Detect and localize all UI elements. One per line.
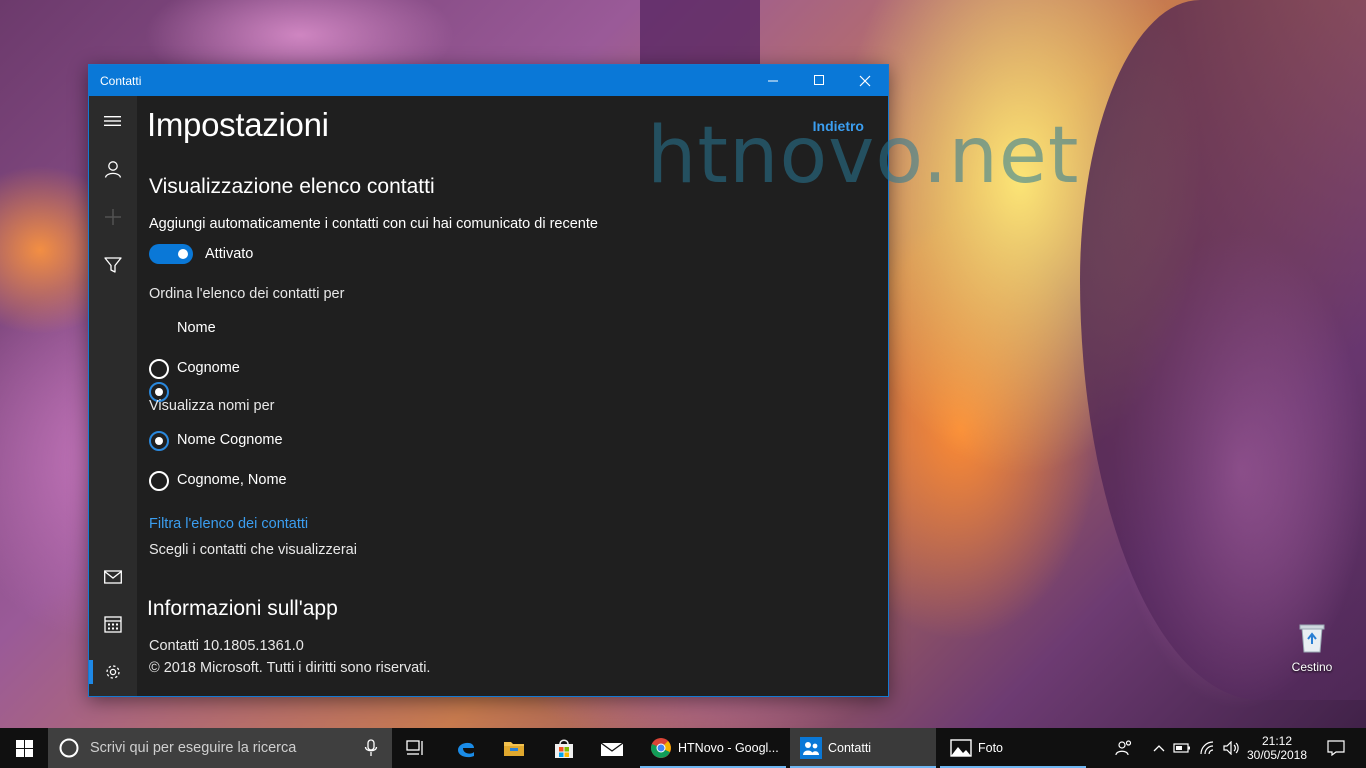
recycle-bin-desktop-icon[interactable]: Cestino	[1284, 622, 1340, 674]
recycle-bin-label: Cestino	[1291, 660, 1333, 674]
people-icon	[800, 737, 822, 759]
minimize-button[interactable]	[750, 65, 796, 96]
back-link[interactable]: Indietro	[813, 118, 864, 134]
maximize-icon	[813, 75, 824, 85]
list-display-section-title: Visualizzazione elenco contatti	[149, 175, 435, 198]
chrome-icon	[651, 738, 671, 758]
navigation-sidebar	[89, 96, 137, 696]
action-center-button[interactable]	[1316, 728, 1356, 768]
auto-add-state-label: Attivato	[205, 246, 254, 262]
filter-icon	[104, 257, 122, 273]
mail-nav-button[interactable]	[89, 553, 137, 601]
show-hidden-icons-button[interactable]	[1148, 728, 1170, 768]
store-icon	[555, 739, 573, 758]
add-contact-button[interactable]	[89, 193, 137, 241]
settings-nav-button[interactable]	[89, 648, 137, 696]
gear-icon	[106, 665, 120, 679]
names-option-nome-cognome-label: Nome Cognome	[177, 432, 283, 448]
battery-status[interactable]	[1170, 728, 1194, 768]
wifi-icon	[1200, 741, 1214, 755]
microphone-icon	[364, 739, 378, 756]
people-bar-button[interactable]	[1108, 728, 1140, 768]
minimize-icon	[767, 80, 778, 82]
task-view-icon	[406, 740, 423, 755]
calendar-icon	[104, 616, 122, 633]
window-controls	[750, 65, 888, 96]
network-status[interactable]	[1196, 728, 1220, 768]
contacts-app-window: Contatti htnovo.net Impostazioni Indietr…	[88, 64, 1079, 697]
speaker-icon	[1223, 741, 1239, 755]
title-bar[interactable]: Contatti	[89, 65, 888, 96]
auto-add-toggle[interactable]	[149, 244, 193, 264]
display-names-label: Visualizza nomi per	[149, 398, 275, 414]
about-section-title: Informazioni sull'app	[147, 597, 338, 620]
filter-button[interactable]	[89, 241, 137, 289]
wallpaper-shape	[1080, 0, 1366, 700]
task-view-button[interactable]	[392, 728, 440, 768]
photos-icon	[950, 739, 972, 757]
sort-by-label: Ordina l'elenco dei contatti per	[149, 286, 345, 302]
recycle-bin-icon	[1299, 624, 1325, 653]
taskbar-app-chrome[interactable]: HTNovo - Googl...	[640, 728, 786, 768]
menu-icon	[104, 116, 121, 126]
folder-icon	[504, 742, 524, 756]
edge-taskbar-button[interactable]	[442, 728, 490, 768]
file-explorer-taskbar-button[interactable]	[490, 728, 538, 768]
filter-contacts-description: Scegli i contatti che visualizzerai	[149, 542, 357, 558]
search-placeholder: Scrivi qui per eseguire la ricerca	[90, 740, 297, 756]
store-taskbar-button[interactable]	[540, 728, 588, 768]
mail-icon	[104, 570, 122, 584]
sort-option-cognome-label: Cognome	[177, 360, 240, 376]
clock[interactable]: 21:12 30/05/2018	[1246, 728, 1308, 768]
names-radio-nome-cognome[interactable]	[149, 431, 169, 451]
names-radio-cognome-nome[interactable]	[149, 471, 169, 491]
sort-radio-cognome[interactable]	[149, 359, 169, 379]
copyright-text: © 2018 Microsoft. Tutti i diritti sono r…	[149, 660, 431, 676]
person-icon	[104, 161, 122, 178]
maximize-button[interactable]	[796, 65, 842, 96]
settings-content: htnovo.net Impostazioni Indietro Visuali…	[137, 96, 1079, 696]
names-option-cognome-nome-label: Cognome, Nome	[177, 472, 287, 488]
taskbar-app-foto[interactable]: Foto	[940, 728, 1086, 768]
mail-app-icon	[600, 742, 624, 756]
edge-icon	[458, 742, 474, 758]
taskbar-search-box[interactable]: Scrivi qui per eseguire la ricerca	[48, 728, 392, 768]
filter-contacts-link[interactable]: Filtra l'elenco dei contatti	[149, 516, 308, 532]
plus-icon	[105, 209, 121, 225]
calendar-nav-button[interactable]	[89, 600, 137, 648]
taskbar-app-label: HTNovo - Googl...	[678, 741, 779, 755]
taskbar-app-label: Contatti	[828, 741, 872, 755]
clock-date: 30/05/2018	[1246, 748, 1308, 762]
window-title: Contatti	[100, 73, 142, 88]
mail-taskbar-button[interactable]	[588, 728, 636, 768]
sort-option-nome-label: Nome	[177, 320, 216, 336]
close-icon	[859, 75, 871, 86]
people-bar-icon	[1115, 740, 1132, 756]
battery-icon	[1173, 743, 1190, 753]
start-button[interactable]	[0, 728, 48, 768]
notification-icon	[1327, 740, 1345, 756]
app-version: Contatti 10.1805.1361.0	[149, 638, 304, 654]
taskbar-app-contatti[interactable]: Contatti	[790, 728, 936, 768]
page-title: Impostazioni	[147, 106, 329, 143]
hamburger-menu-button[interactable]	[89, 97, 137, 145]
taskbar-app-label: Foto	[978, 741, 1004, 755]
auto-add-label: Aggiungi automaticamente i contatti con …	[149, 216, 598, 232]
close-button[interactable]	[842, 65, 888, 96]
windows-logo-icon	[15, 739, 33, 757]
clock-time: 21:12	[1261, 734, 1293, 748]
volume-control[interactable]	[1220, 728, 1244, 768]
taskbar: Scrivi qui per eseguire la ricerca HTNov…	[0, 728, 1366, 768]
cortana-icon	[59, 738, 79, 758]
chevron-up-icon	[1153, 745, 1165, 752]
contacts-nav-button[interactable]	[89, 145, 137, 193]
